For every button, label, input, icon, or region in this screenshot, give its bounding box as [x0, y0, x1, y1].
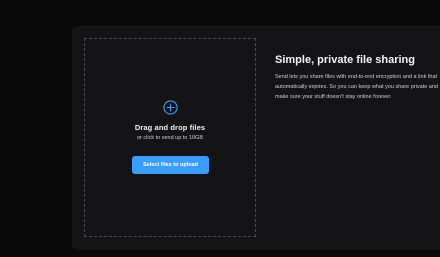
info-title: Simple, private file sharing — [275, 54, 415, 66]
dropzone-title: Drag and drop files — [134, 123, 206, 132]
dropzone-subtitle: or click to send up to 10GB — [136, 135, 204, 141]
file-dropzone[interactable]: Drag and drop files or click to send up … — [84, 38, 256, 237]
select-files-button[interactable]: Select files to upload — [132, 156, 209, 174]
plus-circle-icon — [163, 100, 178, 115]
upload-card: Drag and drop files or click to send up … — [72, 26, 440, 250]
info-description: Send lets you share files with end-to-en… — [275, 74, 438, 100]
info-panel: Simple, private file sharing Send lets y… — [275, 53, 440, 102]
page: Drag and drop files or click to send up … — [0, 0, 440, 257]
